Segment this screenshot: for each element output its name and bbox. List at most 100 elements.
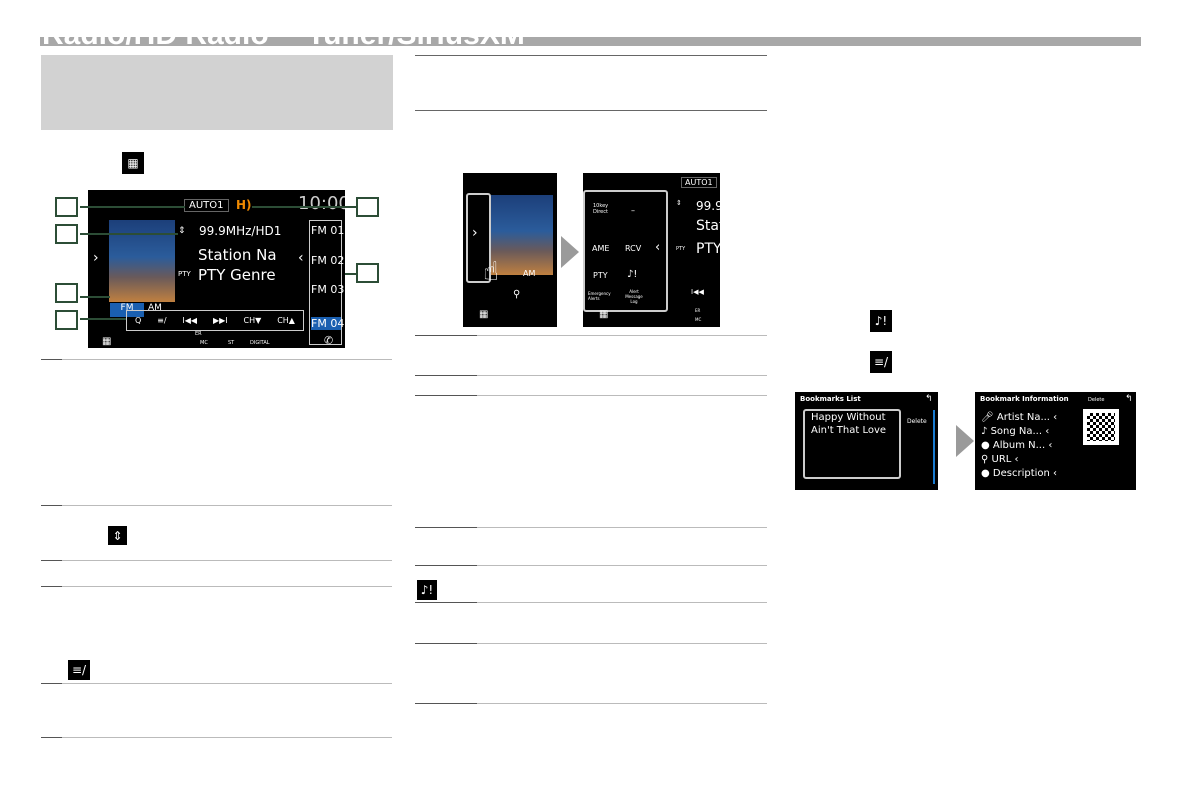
back-icon[interactable]: ↰ <box>925 394 933 404</box>
preset-label[interactable]: AUTO1 <box>184 199 229 212</box>
seek-mode-icon[interactable]: ⇕ <box>178 226 186 236</box>
preset-label: AUTO1 <box>681 177 717 188</box>
artist-name: Artist Na... <box>996 412 1050 423</box>
preset-item[interactable]: FM 02 <box>311 254 344 267</box>
bookmark-list-button[interactable]: ≡/ <box>157 316 166 325</box>
info-row[interactable]: ⚲ URL ‹ <box>981 454 1019 465</box>
status-digital: DIGITAL <box>250 340 270 346</box>
bookmark-list-icon: ≡/ <box>870 351 892 373</box>
direct-search-button[interactable]: 10key Direct <box>593 203 613 215</box>
home-grid-icon[interactable]: ▦ <box>479 309 488 320</box>
grid-menu-icon: ▦ <box>122 152 144 174</box>
seek-mode-icon: ⇕ <box>108 526 127 545</box>
callout-line <box>80 233 178 235</box>
delete-button[interactable]: Delete <box>907 418 927 425</box>
seek-forward-button[interactable]: ▶▶I <box>213 316 228 325</box>
song-name: Song Na... <box>990 426 1043 437</box>
alert-icon[interactable]: ♪! <box>627 269 637 280</box>
status-mc: MC <box>695 317 702 322</box>
control-bar: Q ≡/ I◀◀ ▶▶I CH▼ CH▲ <box>126 310 304 331</box>
scrollbar[interactable] <box>933 410 935 484</box>
pty-label: PTY <box>676 246 686 252</box>
callout-box <box>55 224 78 244</box>
frequency: 99.9 <box>696 199 720 213</box>
seek-back-icon[interactable]: I◀◀ <box>691 288 704 296</box>
callout-box <box>356 263 379 283</box>
clock: 10:00 <box>298 193 345 214</box>
tuner-screen-before: › ☝ AM ⚲ ▦ <box>463 173 557 327</box>
page-title: Radio/HD Radio™ Tuner/SiriusXM <box>42 37 525 46</box>
bookmark-item[interactable]: Ain't That Love <box>811 425 886 436</box>
info-row[interactable]: ● Album N... ‹ <box>981 440 1052 451</box>
chevron-right-icon[interactable]: › <box>93 250 99 266</box>
alert-icon: ♪! <box>870 310 892 332</box>
arrow-right-icon <box>561 236 579 268</box>
status-st: ST <box>228 340 235 346</box>
frequency: 99.9MHz/HD1 <box>199 224 282 238</box>
scroll-top-icon[interactable]: ▲ <box>942 413 947 420</box>
home-grid-icon[interactable]: ▦ <box>102 336 111 347</box>
chevron-right-icon[interactable]: › <box>472 225 478 241</box>
delete-button[interactable]: Delete <box>1088 397 1104 403</box>
touch-hand-icon: ☝ <box>483 257 499 287</box>
search-button[interactable]: Q <box>135 316 141 325</box>
url: URL <box>991 454 1012 465</box>
pty-genre: PTY <box>696 241 720 257</box>
back-icon[interactable]: ↰ <box>1125 394 1133 404</box>
bookmark-list: Happy Without Ain't That Love <box>803 409 901 479</box>
band-am[interactable]: AM <box>523 269 535 278</box>
callout-line <box>252 206 356 208</box>
page-title-bar: Radio/HD Radio™ Tuner/SiriusXM <box>40 37 1141 46</box>
callout-box <box>55 310 78 330</box>
alert-message-log-button[interactable]: Alert Message Log <box>623 289 645 304</box>
ame-button[interactable]: AME <box>592 244 609 253</box>
emergency-alerts-button[interactable]: Emergency Alerts <box>588 291 611 301</box>
chevron-left-icon[interactable]: ‹ <box>298 250 304 266</box>
info-row[interactable]: 🎤︎ Artist Na... ‹ <box>981 412 1057 423</box>
tuner-screen: AUTO1 H) 10:00 › FM AM ⇕ 99.9MHz/HD1 Sta… <box>88 190 345 348</box>
status-er: ER <box>195 331 202 337</box>
rcv-button[interactable]: RCV <box>625 244 641 253</box>
dash-button[interactable]: – <box>631 206 635 215</box>
search-icon[interactable]: ⚲ <box>513 289 520 300</box>
preset-item[interactable]: FM 03 <box>311 283 344 296</box>
pty-label: PTY <box>178 270 191 278</box>
channel-down-button[interactable]: CH▼ <box>244 316 262 325</box>
callout-line <box>80 296 110 298</box>
hd-radio-icon: H) <box>236 198 252 212</box>
callout-line <box>80 206 185 208</box>
qr-code <box>1083 409 1119 445</box>
home-grid-icon[interactable]: ▦ <box>599 309 608 320</box>
phone-icon[interactable]: ✆ <box>324 334 333 347</box>
preset-list: FM 01 FM 02 FM 03 FM 04 <box>309 220 344 345</box>
bookmark-list-icon: ≡/ <box>68 660 90 680</box>
album-name: Album N... <box>992 440 1046 451</box>
info-row[interactable]: ♪ Song Na... ‹ <box>981 426 1049 437</box>
chevron-left-icon[interactable]: ‹ <box>655 240 660 255</box>
pty-button[interactable]: PTY <box>593 271 608 280</box>
seek-mode-icon: ⇕ <box>676 199 682 207</box>
description: Description <box>992 468 1050 479</box>
callout-line <box>80 318 126 320</box>
alert-icon: ♪! <box>417 580 437 600</box>
preset-item[interactable]: FM 04 <box>311 317 344 330</box>
seek-back-button[interactable]: I◀◀ <box>182 316 197 325</box>
station-name: Station Na <box>198 246 277 264</box>
screen-title: Bookmarks List <box>800 395 861 403</box>
info-row[interactable]: ● Description ‹ <box>981 468 1057 479</box>
callout-box <box>55 283 78 303</box>
bookmark-information-screen: Bookmark Information Delete ↰ 🎤︎ Artist … <box>975 392 1136 490</box>
screen-title: Bookmark Information <box>980 395 1069 403</box>
section-heading-box <box>41 55 393 130</box>
channel-up-button[interactable]: CH▲ <box>277 316 295 325</box>
album-art <box>491 195 553 275</box>
arrow-right-icon <box>956 425 974 457</box>
pty-genre: PTY Genre <box>198 266 276 284</box>
callout-line <box>345 273 356 275</box>
bookmarks-list-screen: Bookmarks List ↰ Happy Without Ain't Tha… <box>795 392 935 490</box>
status-mc: MC <box>200 340 208 346</box>
preset-item[interactable]: FM 01 <box>311 224 344 237</box>
callout-box <box>55 197 78 217</box>
status-er: ER <box>695 308 701 313</box>
bookmark-item[interactable]: Happy Without <box>811 412 886 423</box>
